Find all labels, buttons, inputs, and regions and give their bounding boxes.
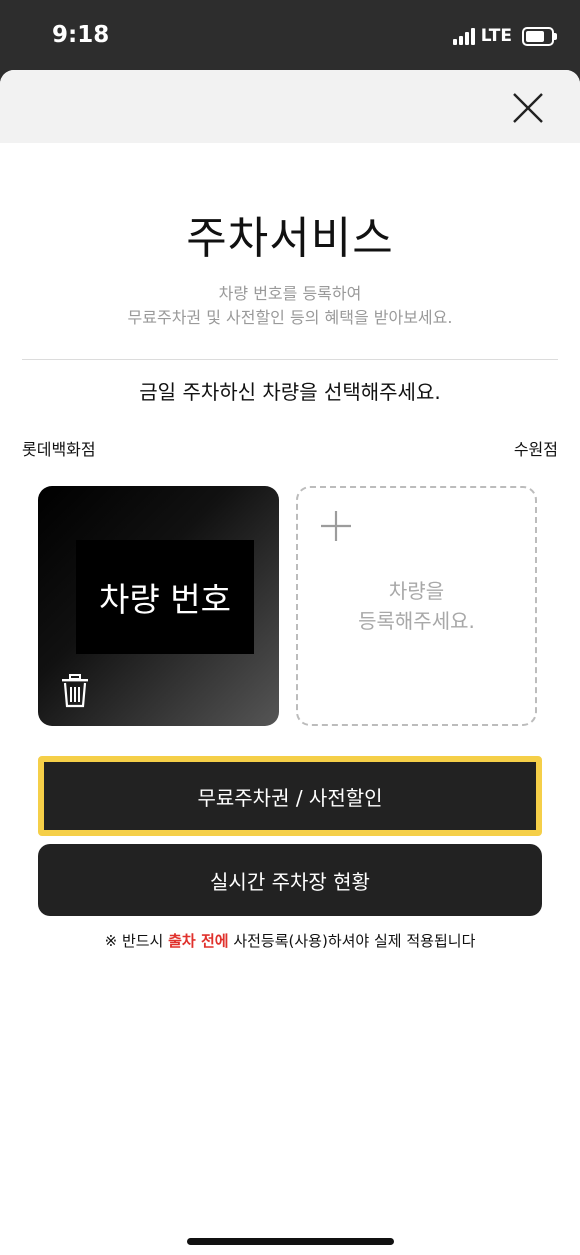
signal-icon	[452, 27, 475, 45]
home-indicator	[187, 1238, 394, 1245]
notice-suffix: 사전등록(사용)하셔야 실제 적용됩니다	[228, 932, 476, 950]
sheet-header	[0, 70, 580, 143]
status-time: 9:18	[52, 22, 110, 48]
trash-icon	[62, 674, 88, 708]
car-plate-number: 차량 번호	[76, 540, 254, 654]
add-car-card[interactable]: 차량을 등록해주세요.	[296, 486, 537, 726]
subtitle-line-2: 무료주차권 및 사전할인 등의 혜택을 받아보세요.	[127, 308, 453, 327]
notice-prefix: ※ 반드시	[104, 932, 169, 950]
store-name: 롯데백화점	[22, 440, 96, 459]
branch-name: 수원점	[513, 440, 558, 459]
status-indicators: LTE	[452, 26, 557, 46]
close-button[interactable]	[508, 88, 548, 128]
add-car-line-2: 등록해주세요.	[358, 609, 475, 633]
add-car-text: 차량을 등록해주세요.	[298, 576, 535, 636]
add-car-line-1: 차량을	[388, 579, 445, 603]
subtitle-line-1: 차량 번호를 등록하여	[218, 284, 362, 303]
close-icon	[513, 93, 543, 123]
live-parking-status-button[interactable]: 실시간 주차장 현황	[38, 844, 542, 916]
select-car-prompt: 금일 주차하신 차량을 선택해주세요.	[139, 380, 441, 404]
free-parking-button[interactable]: 무료주차권 / 사전할인	[38, 756, 542, 836]
parking-sheet: 주차서비스 차량 번호를 등록하여 무료주차권 및 사전할인 등의 혜택을 받아…	[0, 70, 580, 1255]
status-bar: 9:18 LTE	[0, 0, 580, 70]
notice-text: ※ 반드시 출차 전에 사전등록(사용)하셔야 실제 적용됩니다	[0, 930, 580, 951]
page-title: 주차서비스	[186, 213, 394, 264]
network-label: LTE	[480, 26, 512, 46]
delete-car-button[interactable]	[60, 674, 90, 708]
battery-icon	[522, 26, 557, 46]
registered-car-card[interactable]: 차량 번호	[38, 486, 279, 726]
notice-highlight: 출차 전에	[168, 932, 229, 950]
divider	[22, 359, 558, 360]
plus-icon	[321, 511, 351, 541]
page-subtitle: 차량 번호를 등록하여 무료주차권 및 사전할인 등의 혜택을 받아보세요.	[0, 282, 580, 330]
